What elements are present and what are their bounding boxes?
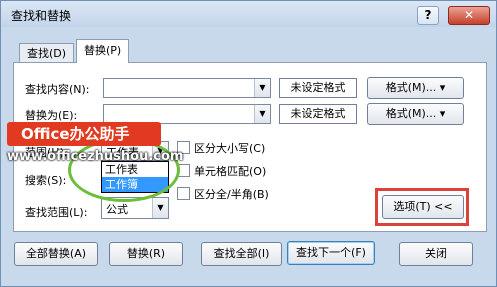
find-next-button[interactable]: 查找下一个(F) bbox=[287, 241, 375, 265]
find-input[interactable]: ▼ bbox=[103, 78, 271, 98]
replace-button[interactable]: 替换(R) bbox=[109, 242, 183, 266]
match-width-label: 区分全/半角(B) bbox=[194, 188, 269, 201]
look-in-value: 公式 bbox=[106, 203, 128, 216]
find-format-button[interactable]: 格式(M)... ▾ bbox=[367, 77, 464, 99]
watermark-badge: Office办公助手 bbox=[7, 122, 161, 146]
title-bar[interactable]: 查找和替换 ? ✕ bbox=[1, 1, 496, 27]
highlight-circle bbox=[68, 138, 180, 202]
chevron-down-icon[interactable]: ▼ bbox=[152, 198, 168, 218]
match-cell-label: 单元格匹配(O) bbox=[194, 165, 267, 178]
match-width-checkbox[interactable] bbox=[177, 187, 190, 200]
replace-all-button[interactable]: 全部替换(A) bbox=[14, 242, 98, 266]
tab-find[interactable]: 查找(D) bbox=[19, 43, 75, 63]
chevron-down-icon[interactable]: ▼ bbox=[254, 79, 270, 97]
chevron-down-icon[interactable]: ▼ bbox=[254, 105, 270, 123]
replace-format-button[interactable]: 格式(M)... ▾ bbox=[367, 103, 464, 125]
close-button[interactable]: 关闭 bbox=[399, 242, 473, 266]
highlight-box bbox=[375, 188, 469, 226]
match-case-label: 区分大小写(C) bbox=[194, 142, 266, 155]
replace-input[interactable]: ▼ bbox=[103, 104, 271, 124]
find-replace-dialog: 查找和替换 ? ✕ 查找(D) 替换(P) 查找内容(N): ▼ 未设定格式 格… bbox=[0, 0, 497, 287]
close-window-button[interactable]: ✕ bbox=[448, 6, 490, 25]
watermark-url: www.officezhushou.com bbox=[7, 149, 184, 164]
help-button[interactable]: ? bbox=[417, 6, 439, 25]
replace-format-status: 未设定格式 bbox=[279, 104, 357, 124]
tab-replace[interactable]: 替换(P) bbox=[76, 39, 130, 63]
find-label: 查找内容(N): bbox=[25, 83, 90, 96]
search-label: 搜索(S): bbox=[25, 174, 67, 187]
dialog-title: 查找和替换 bbox=[11, 9, 72, 23]
look-in-label: 查找范围(L): bbox=[25, 206, 88, 219]
replace-label: 替换为(E): bbox=[25, 109, 78, 122]
find-format-status: 未设定格式 bbox=[279, 78, 357, 98]
find-all-button[interactable]: 查找全部(I) bbox=[201, 242, 282, 266]
